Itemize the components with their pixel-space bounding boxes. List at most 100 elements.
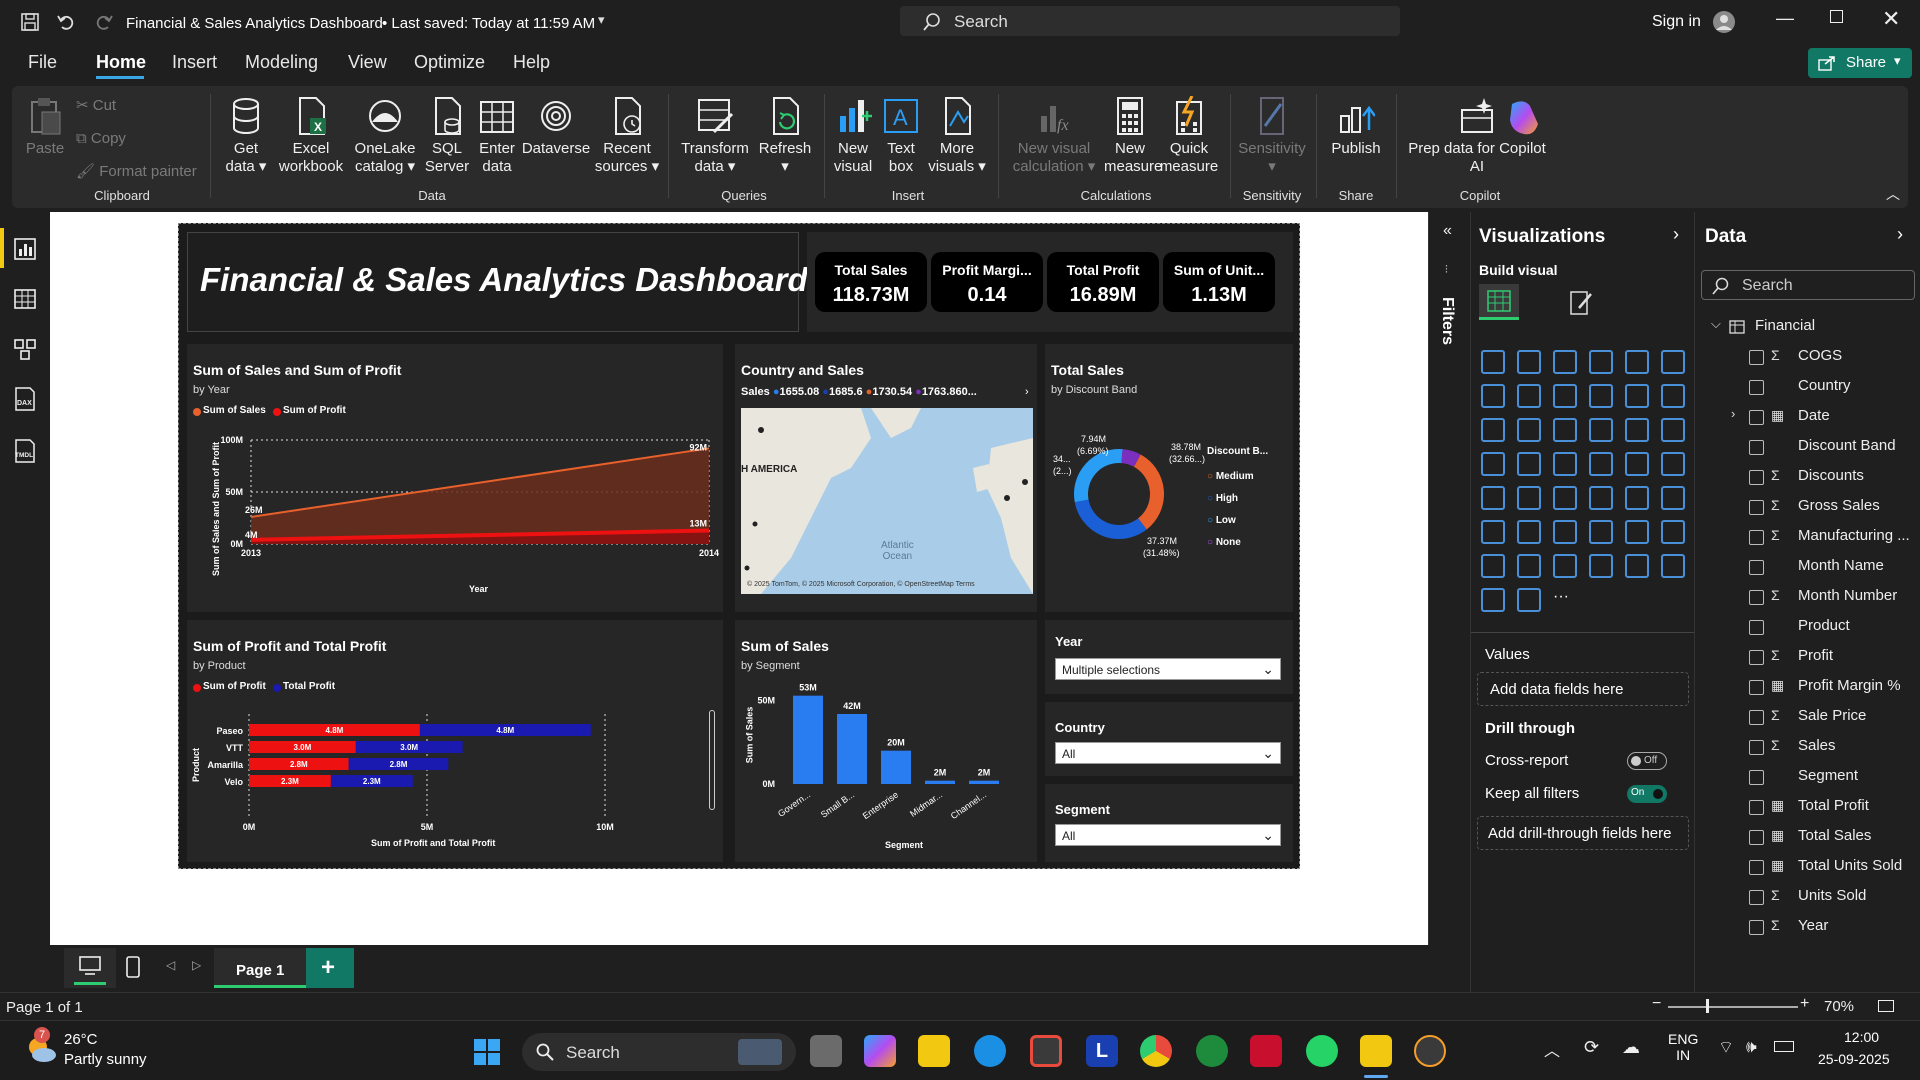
table-visual-icon[interactable] (1553, 486, 1577, 510)
more-visual-e-visual-icon[interactable] (1517, 588, 1541, 612)
kpi-total-profit[interactable]: Total Profit 16.89M (1047, 252, 1159, 312)
quick-measure-button[interactable]: Quick measure (1156, 96, 1222, 176)
field-row[interactable]: ▦ Total Sales (1695, 822, 1920, 852)
paginated-visual-icon[interactable] (1625, 520, 1649, 544)
add-page-button[interactable]: + (306, 948, 354, 988)
slicer-visual-icon[interactable] (1517, 486, 1541, 510)
field-checkbox[interactable] (1749, 470, 1764, 485)
taskbar-search[interactable]: Search (522, 1033, 796, 1071)
clustered-column-visual-icon[interactable] (1589, 350, 1613, 374)
next-page-icon[interactable]: ▷ (192, 958, 201, 972)
field-checkbox[interactable] (1749, 680, 1764, 695)
cloud-icon[interactable]: ☁ (1622, 1037, 1640, 1058)
scatter-visual-icon[interactable] (1553, 418, 1577, 442)
field-row[interactable]: Discount Band (1695, 432, 1920, 462)
fit-to-page-icon[interactable] (1878, 1000, 1894, 1012)
restore-icon[interactable] (1830, 10, 1843, 23)
collapse-ribbon-icon[interactable]: ︿ (1886, 184, 1900, 204)
format-painter-button[interactable]: 🖌 Format painter (76, 162, 197, 180)
header-card[interactable]: Financial & Sales Analytics Dashboard (187, 232, 808, 332)
language-indicator[interactable]: ENG IN (1668, 1031, 1698, 1063)
segment-slicer[interactable]: Segment All ⌄ (1045, 784, 1293, 862)
100-column-visual-icon[interactable] (1661, 350, 1685, 374)
field-checkbox[interactable] (1749, 650, 1764, 665)
matrix-visual-icon[interactable] (1589, 486, 1613, 510)
store-icon[interactable] (1030, 1035, 1062, 1067)
field-checkbox[interactable] (1749, 590, 1764, 605)
field-row[interactable]: ▦ Profit Margin % (1695, 672, 1920, 702)
kpi-card-group[interactable]: Total Sales 118.73M Profit Margi... 0.14 T… (807, 232, 1293, 332)
field-row[interactable]: Σ Manufacturing ... (1695, 522, 1920, 552)
decomposition-tree-visual-icon[interactable] (1517, 520, 1541, 544)
menu-modeling[interactable]: Modeling (245, 52, 318, 73)
year-slicer[interactable]: Year Multiple selections ⌄ (1045, 620, 1293, 694)
field-checkbox[interactable] (1749, 830, 1764, 845)
more-visual-b-visual-icon[interactable] (1625, 554, 1649, 578)
field-row[interactable]: Σ Sale Price (1695, 702, 1920, 732)
new-visual-button[interactable]: New visual (828, 96, 878, 176)
kpi-visual-icon[interactable] (1481, 486, 1505, 510)
prev-page-icon[interactable]: ◁ (166, 958, 175, 972)
new-visual-calculation-button[interactable]: fx New visual calculation ▾ (1004, 96, 1104, 176)
area-chart-card[interactable]: Sum of Sales and Sum of Profit by Year S… (187, 344, 723, 612)
drill-through-drop-zone[interactable]: Add drill-through fields here (1477, 816, 1689, 850)
share-button[interactable]: Share ▾ (1808, 48, 1912, 78)
gauge-visual-icon[interactable] (1589, 452, 1613, 476)
field-checkbox[interactable] (1749, 860, 1764, 875)
more-visuals-button[interactable]: More visuals ▾ (926, 96, 988, 176)
field-row[interactable]: ▦ Total Profit (1695, 792, 1920, 822)
page-tab-1[interactable]: Page 1 (214, 948, 306, 988)
more-visual-d-visual-icon[interactable] (1481, 588, 1505, 612)
chevron-right-icon[interactable]: › (1731, 406, 1735, 421)
clock-time[interactable]: 12:00 (1844, 1029, 1879, 1045)
field-row[interactable]: Σ COGS (1695, 342, 1920, 372)
volume-icon[interactable]: 🕪 (1746, 1037, 1757, 1057)
collapse-icon[interactable]: › (1897, 224, 1903, 245)
waterfall-visual-icon[interactable] (1625, 384, 1649, 408)
zoom-in-icon[interactable]: + (1800, 995, 1809, 1013)
vbar-chart-card[interactable]: Sum of Sales by Segment 50M 0M 53M Govern..… (735, 620, 1037, 862)
menu-help[interactable]: Help (513, 52, 550, 73)
funnel-visual-icon[interactable] (1517, 418, 1541, 442)
field-row[interactable]: Σ Month Number (1695, 582, 1920, 612)
field-row[interactable]: Σ Sales (1695, 732, 1920, 762)
chevron-down-icon[interactable]: ▾ (598, 12, 605, 28)
map-view[interactable]: H AMERICA Atlantic Ocean © 2025 TomTom, ©… (741, 408, 1033, 594)
search-box[interactable]: Search (900, 6, 1400, 36)
wifi-icon[interactable]: ⌔ (1718, 1037, 1734, 1058)
copilot-taskbar-icon[interactable] (864, 1035, 896, 1067)
line-visual-icon[interactable] (1481, 384, 1505, 408)
legend-next-icon[interactable]: › (1025, 386, 1029, 398)
tmdl-view-icon[interactable]: TMDL (12, 438, 38, 464)
new-measure-button[interactable]: New measure (1104, 96, 1162, 176)
line-column-visual-icon[interactable] (1661, 384, 1685, 408)
trophy-visual-icon[interactable] (1661, 520, 1685, 544)
zoom-slider[interactable] (1668, 1006, 1798, 1008)
donut-visual-icon[interactable] (1625, 418, 1649, 442)
field-row[interactable]: Σ Units Sold (1695, 882, 1920, 912)
undo-icon[interactable] (56, 12, 76, 32)
app-icon[interactable] (1414, 1035, 1446, 1067)
mcafee-icon[interactable] (1250, 1035, 1282, 1067)
python-visual-visual-icon[interactable] (1661, 486, 1685, 510)
sync-icon[interactable]: ⟳ (1584, 1037, 1599, 1058)
field-checkbox[interactable] (1749, 530, 1764, 545)
zoom-out-icon[interactable]: − (1652, 995, 1661, 1013)
kpi-total-sales[interactable]: Total Sales 118.73M (815, 252, 927, 312)
tray-chevron-icon[interactable]: ︿ (1544, 1037, 1560, 1061)
clock-date[interactable]: 25-09-2025 (1818, 1051, 1890, 1067)
multi-row-card-visual-icon[interactable] (1661, 452, 1685, 476)
more-visual-c-visual-icon[interactable] (1661, 554, 1685, 578)
mobile-layout-icon[interactable] (126, 956, 140, 978)
map-visual-icon[interactable] (1481, 452, 1505, 476)
copilot-icon[interactable] (1504, 98, 1544, 138)
stacked-bar-visual-icon[interactable] (1481, 350, 1505, 374)
line-stacked-visual-icon[interactable] (1481, 418, 1505, 442)
ellipsis-visual-icon[interactable]: ··· (1553, 588, 1577, 612)
save-icon[interactable] (20, 12, 40, 32)
refresh-button[interactable]: Refresh ▾ (752, 96, 818, 176)
menu-file[interactable]: File (28, 52, 57, 73)
field-checkbox[interactable] (1749, 440, 1764, 455)
hbar-chart-card[interactable]: Sum of Profit and Total Profit by Produc… (187, 620, 723, 862)
power-bi-icon[interactable] (1360, 1035, 1392, 1067)
